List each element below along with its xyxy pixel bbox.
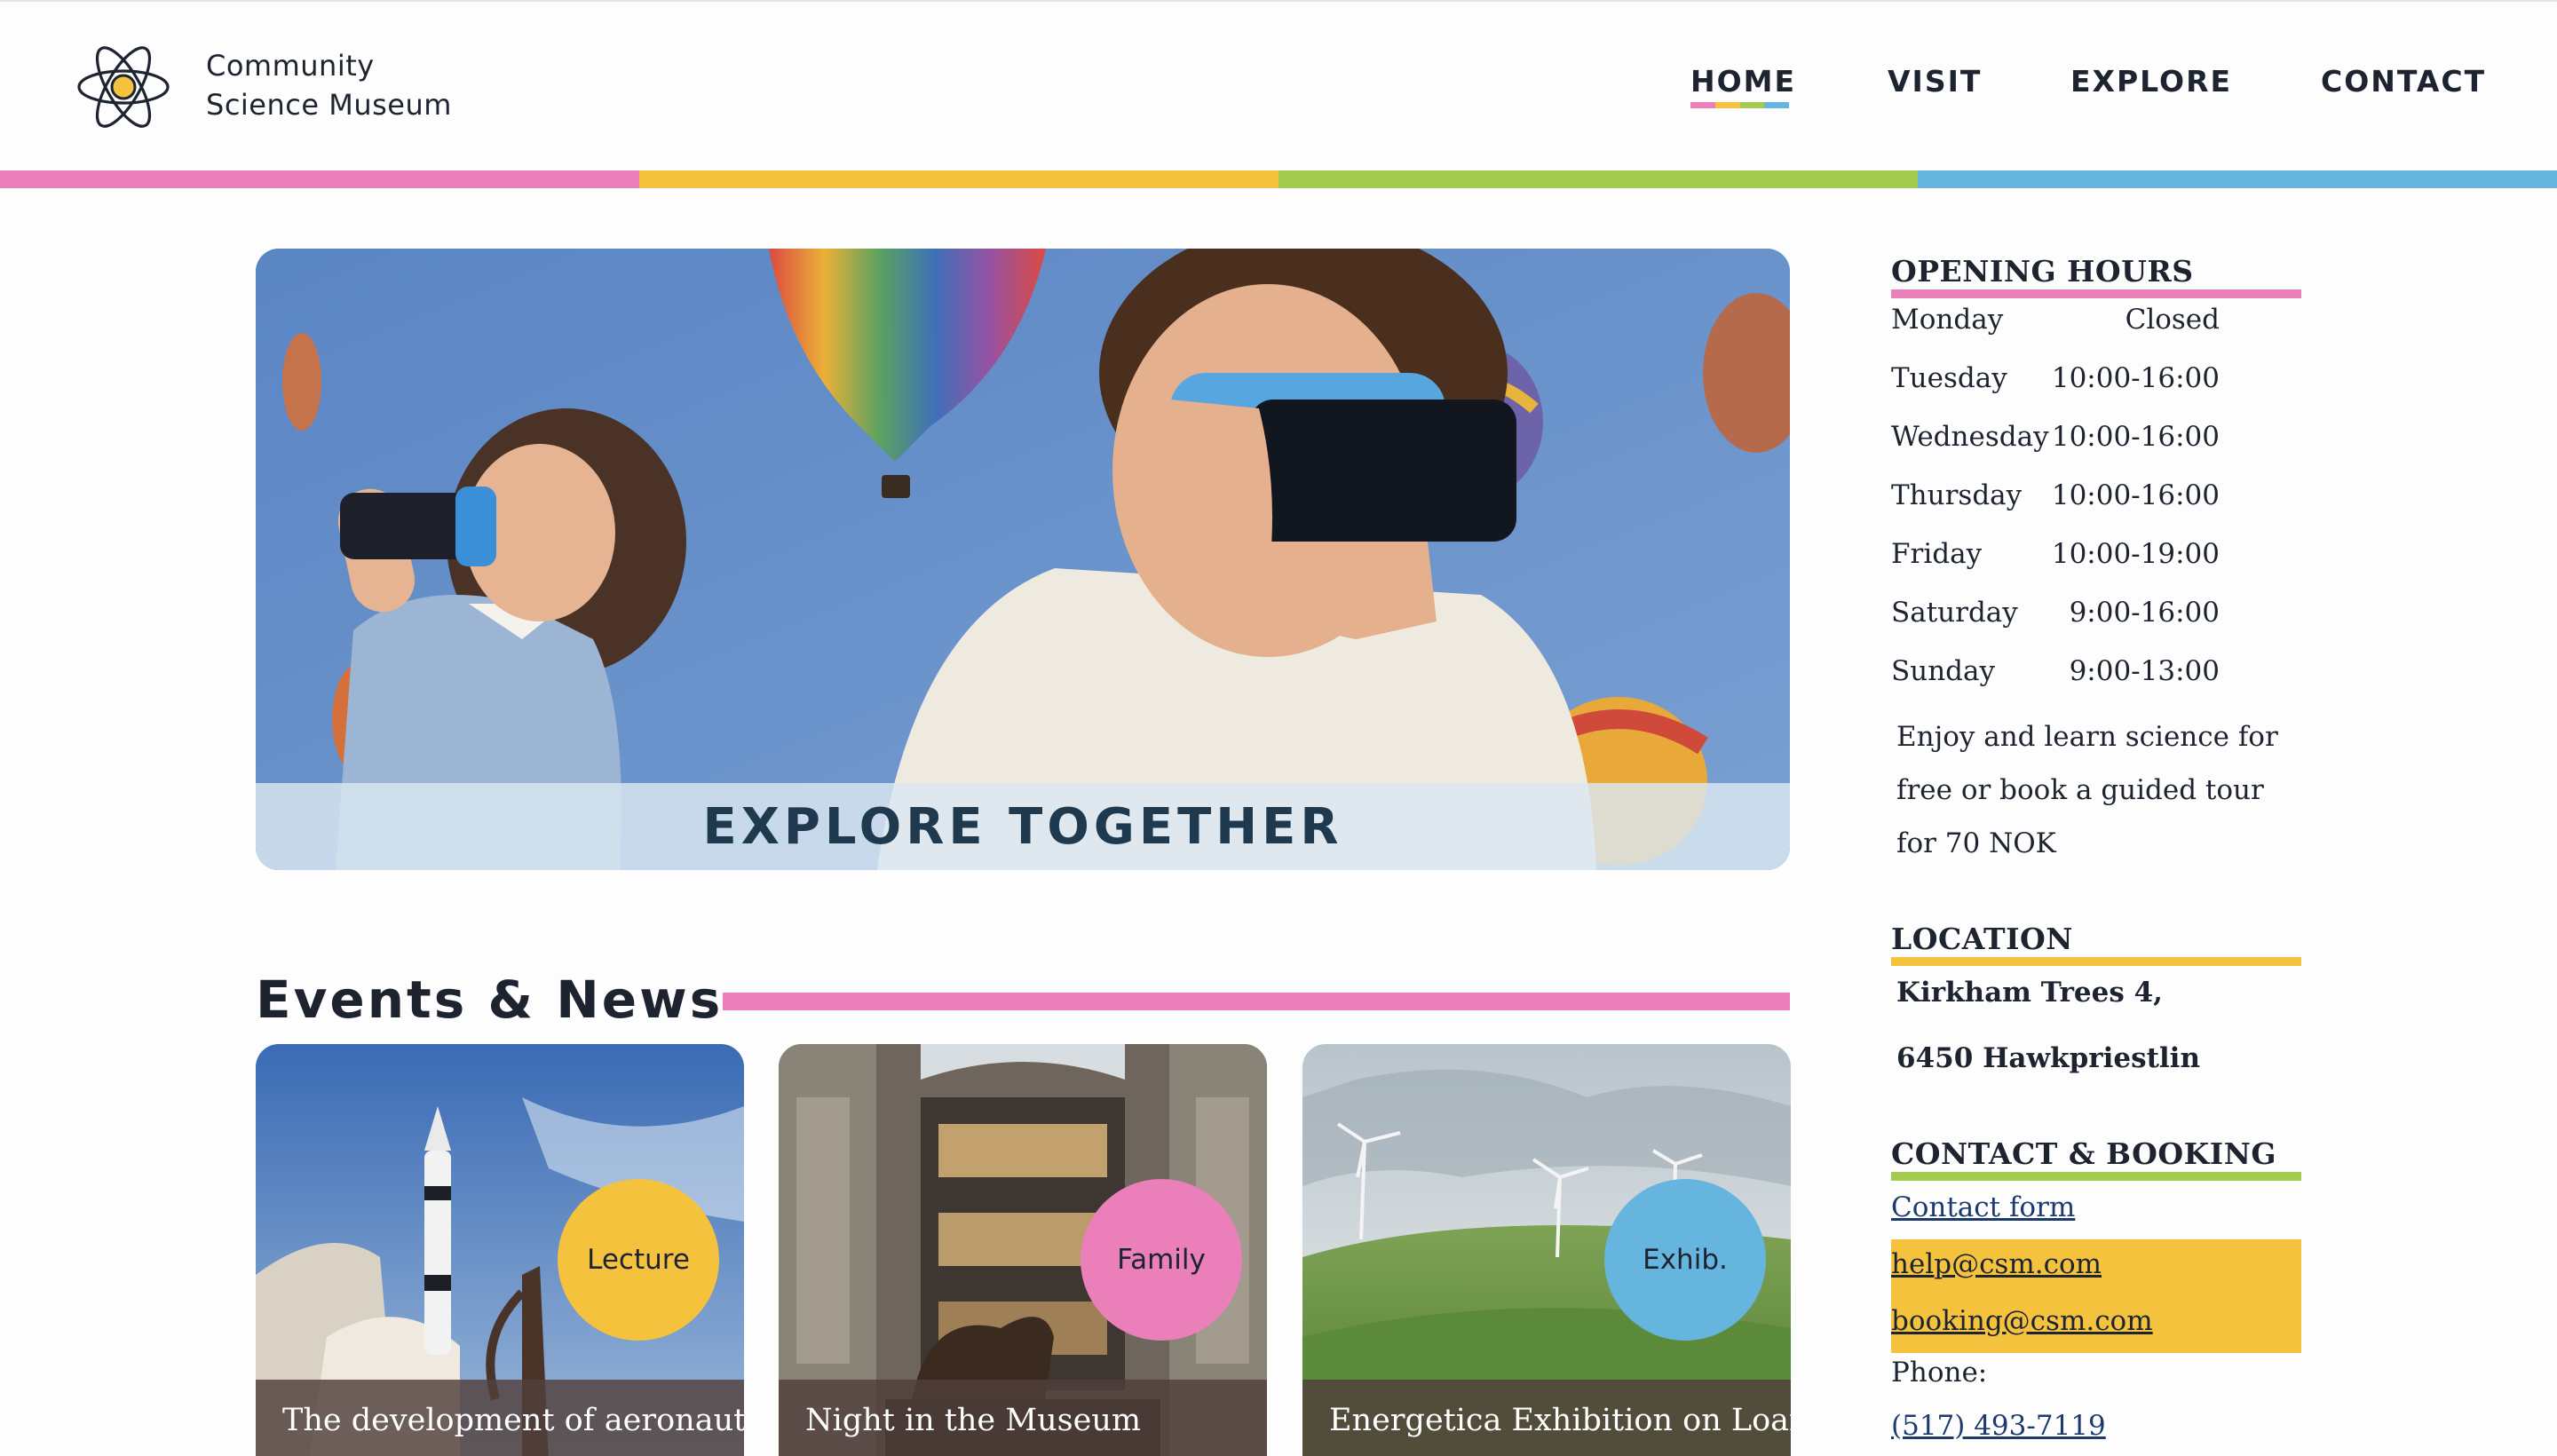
hero-caption-bar: EXPLORE TOGETHER	[256, 783, 1790, 870]
hours-time: 9:00-13:00	[2069, 655, 2220, 687]
hours-day: Sunday	[1891, 655, 1996, 687]
event-card-exhibition[interactable]: Exhib. Energetica Exhibition on Loan	[1302, 1044, 1791, 1456]
event-card-lecture[interactable]: Lecture The development of aeronautics	[256, 1044, 744, 1456]
nav-explore[interactable]: EXPLORE	[2070, 64, 2232, 99]
hours-day: Monday	[1891, 304, 2004, 336]
hours-row: Saturday 9:00-16:00	[1891, 597, 2220, 632]
event-title: The development of aeronautics	[256, 1380, 744, 1456]
location-rule	[1891, 957, 2301, 966]
location-heading: LOCATION	[1891, 922, 2073, 956]
address-line-2: 6450 Hawkpriestlin	[1896, 1042, 2200, 1074]
opening-hours-heading: OPENING HOURS	[1891, 254, 2194, 289]
hero-image	[256, 249, 1790, 870]
hours-day: Wednesday	[1891, 421, 2049, 453]
event-title: Night in the Museum	[779, 1380, 1267, 1456]
brand-line-2: Science Museum	[206, 88, 452, 122]
help-email-link[interactable]: help@csm.com	[1891, 1248, 2102, 1280]
hours-row: Friday 10:00-19:00	[1891, 538, 2220, 574]
atom-icon[interactable]	[75, 41, 172, 133]
hours-time: 10:00-19:00	[2051, 538, 2220, 570]
hero-banner[interactable]: EXPLORE TOGETHER	[256, 249, 1790, 870]
event-type-badge: Exhib.	[1604, 1179, 1766, 1341]
hours-row: Wednesday 10:00-16:00	[1891, 421, 2220, 456]
events-heading: Events & News	[256, 969, 724, 1030]
booking-email-link[interactable]: booking@csm.com	[1891, 1305, 2153, 1337]
brand-line-1: Community	[206, 49, 375, 83]
hours-row: Thursday 10:00-16:00	[1891, 479, 2220, 515]
phone-link[interactable]: (517) 493-7119	[1891, 1410, 2106, 1442]
opening-hours-rule	[1891, 289, 2301, 298]
hours-time: 10:00-16:00	[2051, 421, 2220, 453]
nav-home[interactable]: HOME	[1690, 64, 1796, 99]
hours-day: Friday	[1891, 538, 1983, 570]
nav-visit[interactable]: VISIT	[1888, 64, 1982, 99]
contact-form-link[interactable]: Contact form	[1891, 1191, 2075, 1223]
hours-time: Closed	[2125, 304, 2220, 336]
active-nav-indicator	[1690, 102, 1789, 108]
phone-label: Phone:	[1891, 1357, 1988, 1389]
rainbow-divider	[0, 170, 2557, 188]
hero-caption: EXPLORE TOGETHER	[702, 797, 1343, 856]
contact-heading: CONTACT & BOOKING	[1891, 1136, 2277, 1171]
event-title: Energetica Exhibition on Loan	[1302, 1380, 1791, 1456]
hours-time: 10:00-16:00	[2051, 479, 2220, 511]
brand-name[interactable]: Community Science Museum	[206, 46, 452, 124]
event-type-badge: Lecture	[558, 1179, 719, 1341]
tour-note: Enjoy and learn science for free or book…	[1896, 721, 2278, 859]
hours-time: 9:00-16:00	[2069, 597, 2220, 629]
event-card-family[interactable]: Family Night in the Museum	[779, 1044, 1267, 1456]
hours-time: 10:00-16:00	[2051, 362, 2220, 394]
events-heading-rule	[723, 993, 1790, 1010]
hours-row: Monday Closed	[1891, 304, 2220, 339]
hours-day: Saturday	[1891, 597, 2018, 629]
hours-day: Tuesday	[1891, 362, 2007, 394]
address-line-1: Kirkham Trees 4,	[1896, 977, 2163, 1009]
hours-row: Sunday 9:00-13:00	[1891, 655, 2220, 691]
event-type-badge: Family	[1081, 1179, 1242, 1341]
site-header: Community Science Museum HOME VISIT EXPL…	[0, 0, 2557, 170]
contact-rule	[1891, 1172, 2301, 1181]
hours-day: Thursday	[1891, 479, 2023, 511]
hours-row: Tuesday 10:00-16:00	[1891, 362, 2220, 398]
nav-contact[interactable]: CONTACT	[2321, 64, 2486, 99]
